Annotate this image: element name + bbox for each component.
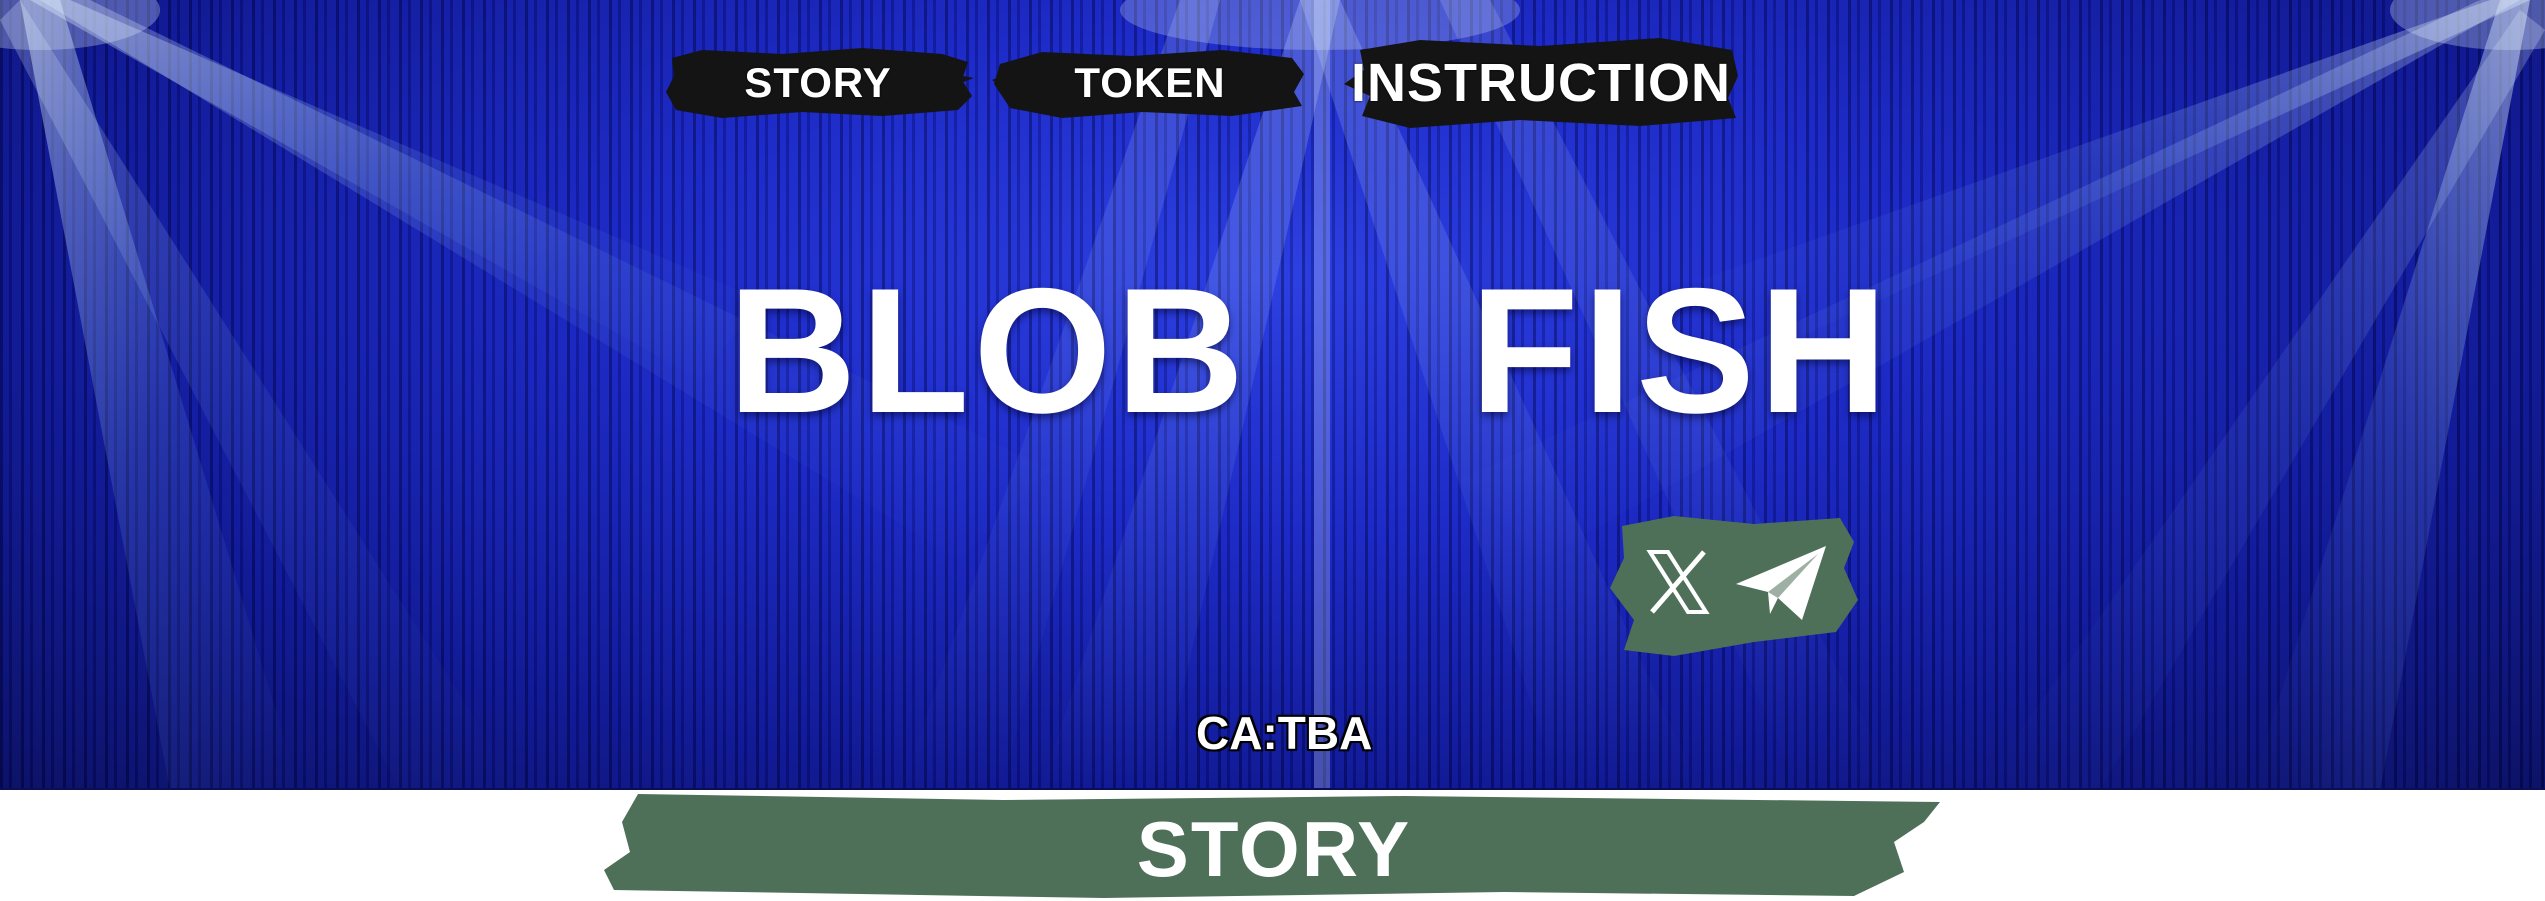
nav-instruction-label: INSTRUCTION bbox=[1351, 53, 1731, 113]
telegram-icon[interactable] bbox=[1732, 540, 1832, 624]
nav-token-button[interactable]: TOKEN bbox=[992, 44, 1308, 122]
story-section-heading: STORY bbox=[604, 792, 1944, 901]
nav-story-label: STORY bbox=[744, 59, 892, 106]
contract-address: CA:TBA bbox=[1196, 707, 1373, 759]
story-section-title: STORY bbox=[1136, 805, 1412, 893]
x-logo-icon[interactable] bbox=[1638, 542, 1718, 622]
nav-story-button[interactable]: STORY bbox=[662, 44, 974, 122]
hero-title-blob: BLOB bbox=[728, 251, 1249, 450]
hero-title-fish: FISH bbox=[1470, 251, 1892, 450]
nav-token-label: TOKEN bbox=[1074, 59, 1226, 106]
social-links bbox=[1604, 508, 1860, 664]
landing-page: STORY TOKEN INSTRUCTION BLOB FISH CA:TBA… bbox=[0, 0, 2545, 901]
nav-instruction-button[interactable]: INSTRUCTION bbox=[1340, 36, 1742, 130]
stage-bottom-edge bbox=[0, 788, 2545, 790]
